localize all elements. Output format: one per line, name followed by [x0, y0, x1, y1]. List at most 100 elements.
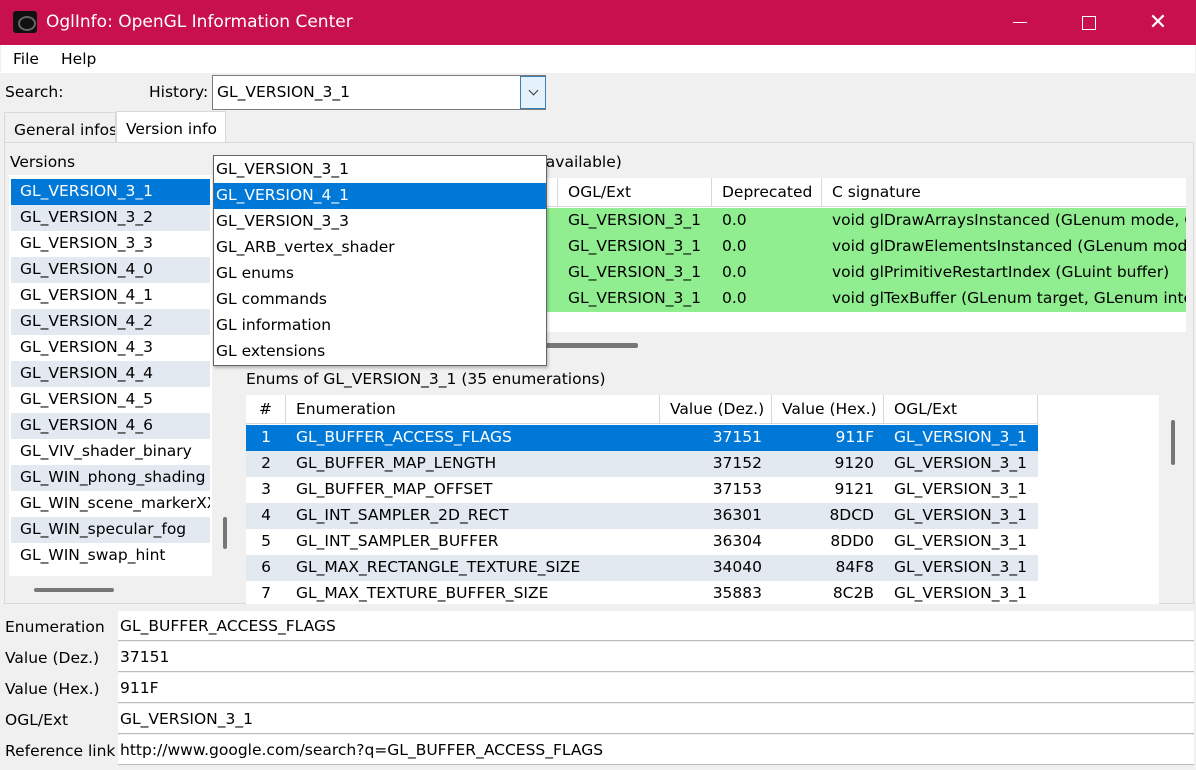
- enums-cell-value-hex: 9120: [834, 454, 874, 472]
- enums-vertical-scrollbar[interactable]: [1171, 420, 1175, 465]
- enums-cell-enumeration: GL_BUFFER_MAP_OFFSET: [296, 480, 493, 498]
- enums-header-value-dez[interactable]: Value (Dez.): [660, 395, 772, 424]
- enums-table-row[interactable]: 2 GL_BUFFER_MAP_LENGTH 37152 9120 GL_VERSION…: [246, 451, 1038, 477]
- versions-list-item[interactable]: GL_WIN_swap_hint: [11, 543, 210, 569]
- enums-cell-ogl: GL_VERSION_3_1: [894, 532, 1027, 550]
- enums-table-row[interactable]: 6 GL_MAX_RECTANGLE_TEXTURE_SIZE 34040 84F8 G…: [246, 555, 1038, 581]
- maximize-button[interactable]: [1055, 0, 1123, 45]
- history-dropdown-button[interactable]: [520, 76, 546, 109]
- versions-list-item[interactable]: GL_WIN_specular_fog: [11, 517, 210, 543]
- commands-cell-ogl: GL_VERSION_3_1: [568, 289, 701, 307]
- enums-table-row[interactable]: 3 GL_BUFFER_MAP_OFFSET 37153 9121 GL_VERSION…: [246, 477, 1038, 503]
- minimize-icon: [1013, 22, 1027, 23]
- history-dropdown-option[interactable]: GL_ARB_vertex_shader: [214, 235, 546, 261]
- history-dropdown-option[interactable]: GL_VERSION_3_3: [214, 209, 546, 235]
- enums-table-row[interactable]: 5 GL_INT_SAMPLER_BUFFER 36304 8DD0 GL_VERSIO…: [246, 529, 1038, 555]
- commands-cell-deprecated: 0.0: [722, 237, 747, 255]
- enums-cell-ogl: GL_VERSION_3_1: [894, 480, 1027, 498]
- commands-cell-ogl: GL_VERSION_3_1: [568, 237, 701, 255]
- close-icon: ✕: [1148, 9, 1168, 35]
- enums-cell-enumeration: GL_INT_SAMPLER_BUFFER: [296, 532, 499, 550]
- versions-list-item[interactable]: GL_VERSION_3_3: [11, 231, 210, 257]
- history-combobox[interactable]: GL_VERSION_3_1: [212, 75, 546, 110]
- versions-vertical-scrollbar[interactable]: [223, 517, 227, 549]
- versions-list-item[interactable]: GL_VERSION_4_4: [11, 361, 210, 387]
- enums-cell-value-hex: 8DCD: [829, 506, 874, 524]
- enums-header-number[interactable]: #: [246, 395, 286, 424]
- commands-cell-signature: void glPrimitiveRestartIndex (GLuint buf…: [832, 263, 1170, 281]
- versions-list-item[interactable]: GL_VERSION_4_0: [11, 257, 210, 283]
- commands-cell-deprecated: 0.0: [722, 289, 747, 307]
- versions-list-item[interactable]: GL_WIN_phong_shading: [11, 465, 210, 491]
- enums-cell-number: 4: [261, 506, 271, 524]
- search-label: Search:: [5, 83, 64, 101]
- enums-header-ogl[interactable]: OGL/Ext: [884, 395, 1038, 424]
- enums-table-row[interactable]: 1 GL_BUFFER_ACCESS_FLAGS 37151 911F GL_VERSI…: [246, 425, 1038, 451]
- minimize-button[interactable]: [986, 0, 1054, 45]
- enums-cell-ogl: GL_VERSION_3_1: [894, 506, 1027, 524]
- history-dropdown-option[interactable]: GL extensions: [214, 339, 546, 365]
- history-value[interactable]: GL_VERSION_3_1: [217, 83, 350, 101]
- enums-cell-value-hex: 9121: [834, 480, 874, 498]
- versions-list-item[interactable]: GL_VERSION_3_2: [11, 205, 210, 231]
- enums-cell-number: 7: [261, 584, 271, 602]
- versions-list-item[interactable]: GL_VERSION_3_1: [11, 179, 210, 205]
- versions-list-item[interactable]: GL_WIN_scene_markerXXX: [11, 491, 210, 517]
- tab-general-infos[interactable]: General infos: [4, 112, 116, 143]
- detail-label: OGL/Ext: [5, 711, 69, 729]
- detail-field[interactable]: http://www.google.com/search?q=GL_BUFFER…: [118, 735, 1194, 765]
- enums-header-enumeration[interactable]: Enumeration: [286, 395, 660, 424]
- history-dropdown-option[interactable]: GL_VERSION_3_1: [214, 157, 546, 183]
- menu-help[interactable]: Help: [61, 50, 96, 68]
- maximize-icon: [1082, 15, 1096, 30]
- history-label: History:: [149, 83, 209, 101]
- enums-cell-number: 3: [261, 480, 271, 498]
- commands-cell-signature: void glDrawArraysInstanced (GLenum mode,…: [832, 211, 1186, 229]
- versions-list-item[interactable]: GL_VERSION_4_5: [11, 387, 210, 413]
- enums-table-row[interactable]: 7 GL_MAX_TEXTURE_BUFFER_SIZE 35883 8C2B GL_V…: [246, 581, 1038, 604]
- detail-field[interactable]: 37151: [118, 642, 1194, 672]
- enums-cell-enumeration: GL_BUFFER_MAP_LENGTH: [296, 454, 497, 472]
- enums-label: Enums of GL_VERSION_3_1 (35 enumerations…: [246, 370, 606, 388]
- enums-cell-value-dez: 34040: [712, 558, 762, 576]
- tab-version-info[interactable]: Version info: [116, 111, 226, 142]
- history-dropdown-option[interactable]: GL information: [214, 313, 546, 339]
- detail-label: Value (Hex.): [5, 680, 100, 698]
- title-bar[interactable]: OglInfo: OpenGL Information Center ✕: [0, 0, 1196, 45]
- history-dropdown-option[interactable]: GL enums: [214, 261, 546, 287]
- enums-cell-value-dez: 36304: [712, 532, 762, 550]
- enums-cell-ogl: GL_VERSION_3_1: [894, 584, 1027, 602]
- history-dropdown-list[interactable]: GL_VERSION_3_1 GL_VERSION_4_1 GL_VERSION_3…: [213, 155, 547, 366]
- enums-table[interactable]: # Enumeration Value (Dez.) Value (Hex.) …: [246, 395, 1159, 604]
- enums-table-row[interactable]: 4 GL_INT_SAMPLER_2D_RECT 36301 8DCD GL_VERSI…: [246, 503, 1038, 529]
- history-dropdown-option[interactable]: GL commands: [214, 287, 546, 313]
- detail-field[interactable]: GL_VERSION_3_1: [118, 704, 1194, 734]
- versions-list-item[interactable]: GL_VERSION_4_6: [11, 413, 210, 439]
- enums-cell-ogl: GL_VERSION_3_1: [894, 428, 1027, 446]
- close-button[interactable]: ✕: [1124, 0, 1192, 45]
- versions-list[interactable]: GL_VERSION_3_1 GL_VERSION_3_2 GL_VERSION_3…: [9, 175, 212, 576]
- enums-cell-value-dez: 37152: [712, 454, 762, 472]
- detail-label: Reference link: [5, 742, 116, 760]
- detail-field[interactable]: 911F: [118, 673, 1194, 703]
- commands-cell-signature: void glTexBuffer (GLenum target, GLenum …: [832, 289, 1186, 307]
- commands-header-signature[interactable]: C signature: [822, 178, 1186, 207]
- detail-label: Enumeration: [5, 618, 105, 636]
- versions-list-item[interactable]: GL_VERSION_4_2: [11, 309, 210, 335]
- commands-header-ogl[interactable]: OGL/Ext: [558, 178, 712, 207]
- commands-cell-deprecated: 0.0: [722, 263, 747, 281]
- chevron-down-icon: [528, 85, 538, 96]
- enums-cell-ogl: GL_VERSION_3_1: [894, 454, 1027, 472]
- detail-field[interactable]: GL_BUFFER_ACCESS_FLAGS: [118, 611, 1194, 641]
- versions-list-item[interactable]: GL_VERSION_4_1: [11, 283, 210, 309]
- history-dropdown-option[interactable]: GL_VERSION_4_1: [214, 183, 546, 209]
- enums-cell-value-dez: 36301: [712, 506, 762, 524]
- enums-cell-value-dez: 37151: [712, 428, 762, 446]
- menu-file[interactable]: File: [13, 50, 39, 68]
- versions-list-item[interactable]: GL_VERSION_4_3: [11, 335, 210, 361]
- versions-list-item[interactable]: GL_VIV_shader_binary: [11, 439, 210, 465]
- versions-horizontal-scrollbar[interactable]: [34, 588, 114, 592]
- enums-header-value-hex[interactable]: Value (Hex.): [772, 395, 884, 424]
- commands-header-deprecated[interactable]: Deprecated: [712, 178, 822, 207]
- client-area: File Help Search: History: GL_VERSION_3_…: [1, 45, 1195, 769]
